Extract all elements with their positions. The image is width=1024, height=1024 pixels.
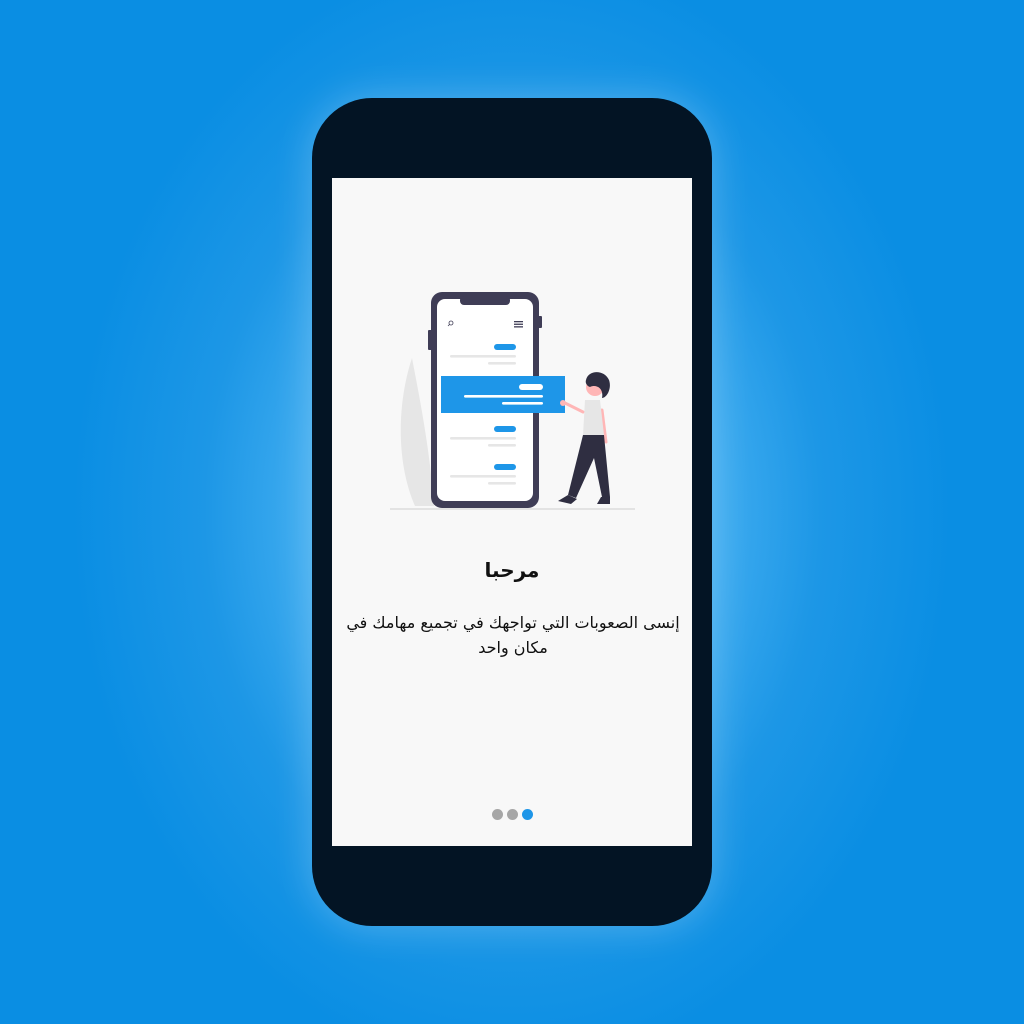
page-dot-3-active[interactable]	[521, 809, 533, 820]
page-indicator	[332, 809, 692, 820]
welcome-description: إنسى الصعوبات التي تواجهك في تجميع مهامك…	[346, 613, 680, 657]
app-screen: مرحبا إنسى الصعوبات التي تواجهك في تجميع…	[332, 178, 692, 846]
page-dot-1[interactable]	[491, 809, 503, 820]
welcome-title: مرحبا	[484, 558, 540, 582]
onboarding-illustration	[390, 292, 635, 510]
page-dot-2[interactable]	[506, 809, 518, 820]
